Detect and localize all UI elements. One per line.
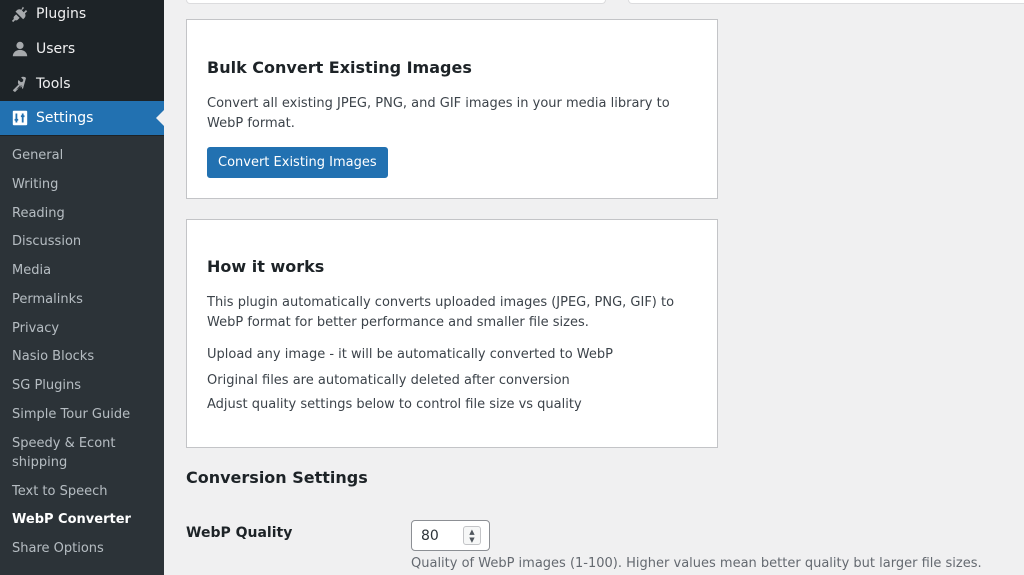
submenu-privacy[interactable]: Privacy	[12, 319, 162, 338]
menu-label: Users	[36, 41, 76, 57]
settings-icon	[0, 101, 36, 135]
submenu-share-options[interactable]: Share Options	[12, 539, 162, 558]
submenu-nasio-blocks[interactable]: Nasio Blocks	[12, 347, 162, 366]
chevron-up-icon[interactable]: ▲	[469, 528, 474, 536]
conversion-settings-title: Conversion Settings	[186, 468, 368, 487]
submenu-sg-plugins[interactable]: SG Plugins	[12, 376, 162, 395]
how-it-works-title: How it works	[207, 257, 325, 276]
menu-settings[interactable]: Settings	[0, 101, 164, 135]
webp-quality-value: 80	[421, 527, 439, 544]
previous-card-edge	[186, 0, 606, 4]
chevron-down-icon[interactable]: ▼	[469, 536, 474, 544]
admin-sidebar: Plugins Users Tools Settings General Wri…	[0, 0, 164, 575]
plugin-icon	[0, 0, 36, 31]
users-icon	[0, 32, 36, 66]
webp-quality-description: Quality of WebP images (1-100). Higher v…	[411, 556, 982, 571]
submenu-text-to-speech[interactable]: Text to Speech	[12, 482, 162, 501]
submenu-discussion[interactable]: Discussion	[12, 232, 162, 251]
submenu-permalinks[interactable]: Permalinks	[12, 290, 162, 309]
submenu-webp-converter[interactable]: WebP Converter	[12, 510, 162, 529]
previous-card-edge-right	[628, 0, 1024, 4]
how-it-works-point: Upload any image - it will be automatica…	[207, 347, 613, 362]
submenu-media[interactable]: Media	[12, 261, 162, 280]
webp-quality-label: WebP Quality	[186, 525, 293, 541]
menu-label: Plugins	[36, 6, 87, 22]
menu-tools[interactable]: Tools	[0, 67, 164, 101]
convert-existing-images-button[interactable]: Convert Existing Images	[207, 147, 388, 178]
menu-plugins[interactable]: Plugins	[0, 0, 164, 31]
webp-quality-input[interactable]: 80 ▲ ▼	[411, 520, 490, 551]
submenu-speedy-econt[interactable]: Speedy & Econt shipping	[12, 434, 122, 472]
submenu-writing[interactable]: Writing	[12, 175, 162, 194]
submenu-reading[interactable]: Reading	[12, 204, 162, 223]
how-it-works-point: Original files are automatically deleted…	[207, 373, 570, 388]
menu-label: Tools	[36, 76, 71, 92]
bulk-convert-description: Convert all existing JPEG, PNG, and GIF …	[207, 96, 670, 131]
wrench-icon	[0, 67, 36, 101]
menu-users[interactable]: Users	[0, 32, 164, 66]
how-it-works-point: Adjust quality settings below to control…	[207, 397, 582, 412]
quality-spinner[interactable]: ▲ ▼	[463, 526, 481, 545]
menu-label: Settings	[36, 110, 94, 126]
how-it-works-card: How it works This plugin automatically c…	[186, 219, 718, 448]
submenu-general[interactable]: General	[12, 146, 162, 165]
bulk-convert-card: Bulk Convert Existing Images Convert all…	[186, 19, 718, 199]
submenu-simple-tour-guide[interactable]: Simple Tour Guide	[12, 405, 162, 424]
how-it-works-description: This plugin automatically converts uploa…	[207, 295, 675, 330]
bulk-convert-title: Bulk Convert Existing Images	[207, 58, 472, 77]
